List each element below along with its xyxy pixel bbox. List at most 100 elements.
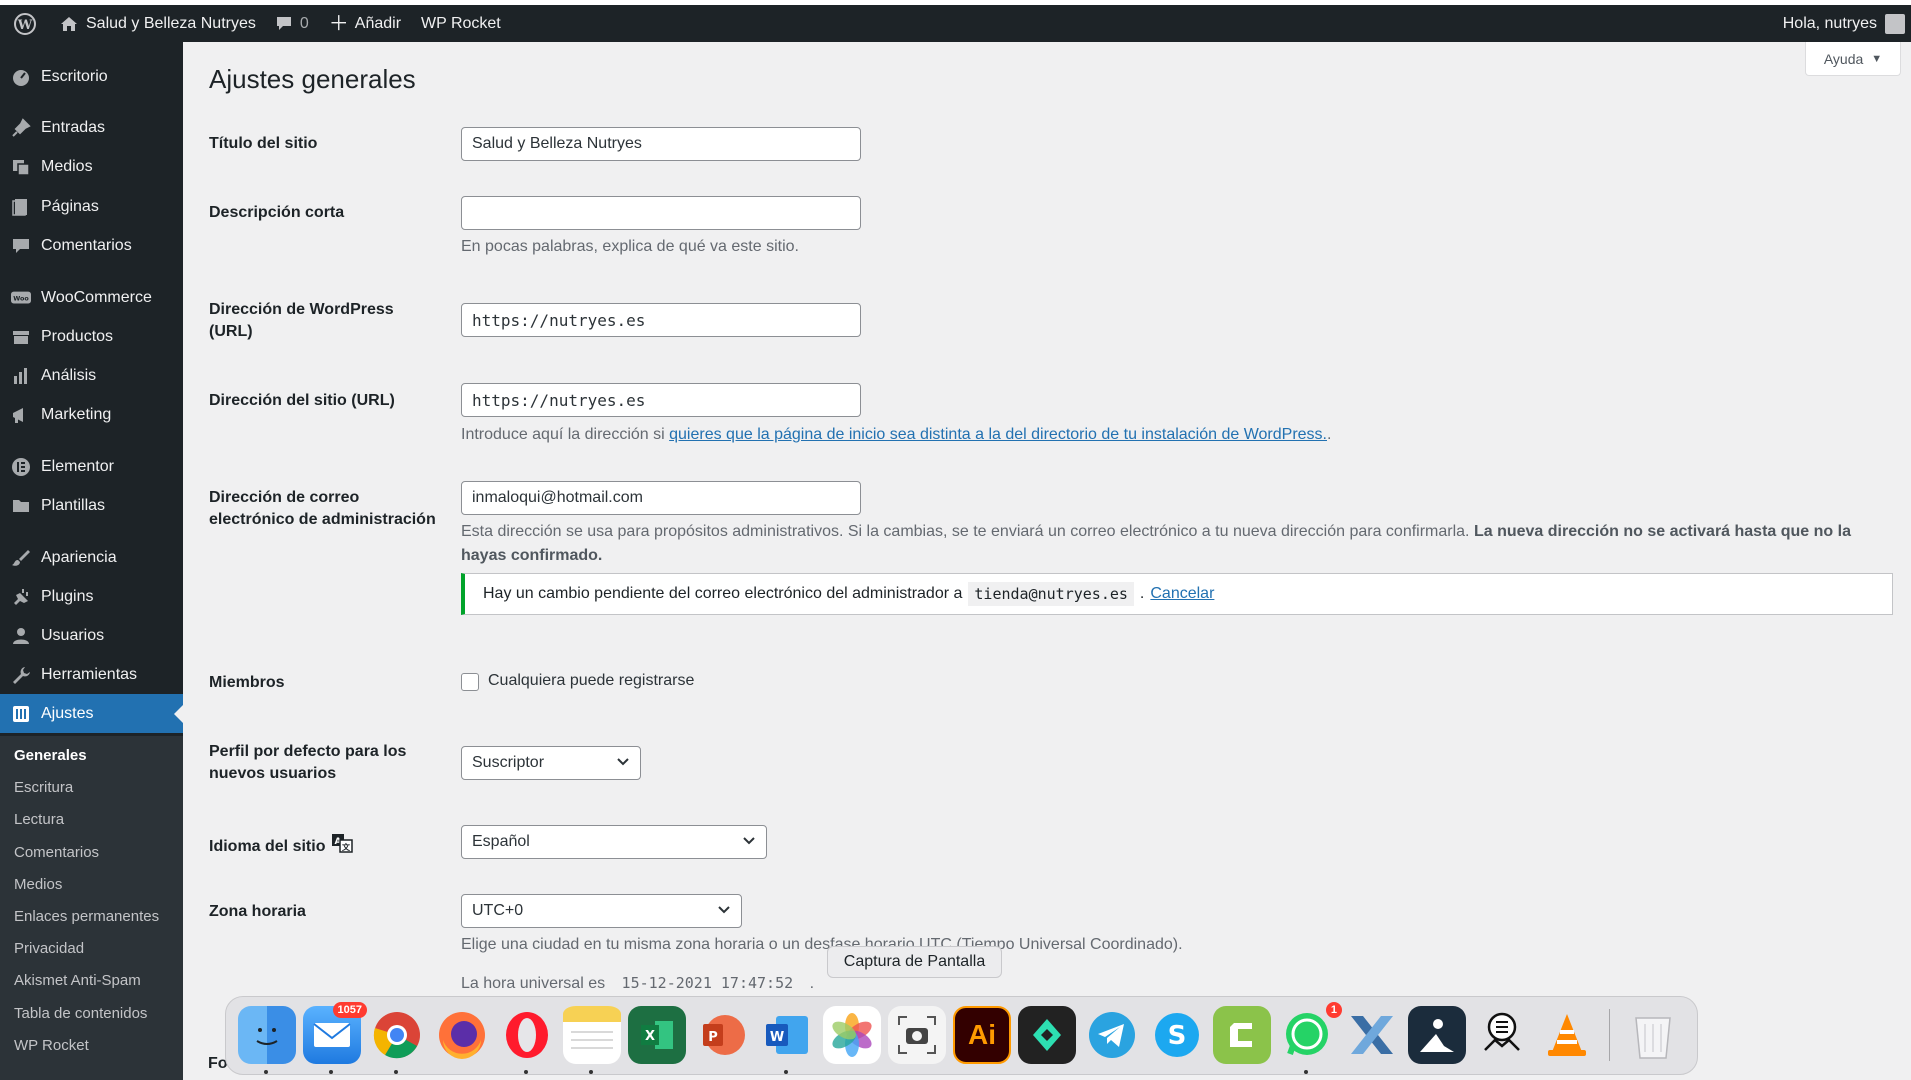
vlc-icon[interactable] (1538, 1006, 1596, 1064)
pages-icon (11, 197, 31, 217)
chevron-down-icon (616, 754, 630, 772)
sidebar-item-ajustes[interactable]: Ajustes (0, 694, 183, 733)
anyone-can-register-checkbox[interactable] (461, 673, 479, 691)
wordpress-logo-icon[interactable]: W (0, 5, 50, 42)
illustrator-icon[interactable]: Ai (953, 1006, 1011, 1064)
default-role-label-line2: nuevos usuarios (209, 765, 337, 782)
notes-icon[interactable] (563, 1006, 621, 1074)
photos-icon[interactable] (823, 1006, 881, 1064)
submenu-enlaces-permanentes[interactable]: Enlaces permanentes (14, 908, 159, 925)
svg-text:Woo: Woo (13, 295, 29, 302)
timezone-description: Elige una ciudad en tu misma zona horari… (461, 936, 1183, 953)
new-content-link[interactable]: ＋ Añadir (319, 5, 411, 42)
chrome-icon[interactable] (368, 1006, 426, 1074)
sidebar-item-herramientas[interactable]: Herramientas (0, 655, 183, 694)
sidebar-item-escritorio[interactable]: Escritorio (0, 57, 183, 96)
sidebar-item-label: Escritorio (41, 67, 108, 85)
notice-text: Hay un cambio pendiente del correo elect… (483, 585, 963, 602)
sidebar-item-entradas[interactable]: Entradas (0, 108, 183, 147)
user-icon (11, 626, 31, 646)
account-menu[interactable]: Hola, nutryes (1773, 5, 1911, 42)
word-icon[interactable]: W (758, 1006, 816, 1074)
filmora-icon[interactable] (1018, 1006, 1076, 1064)
sidebar-item-plantillas[interactable]: Plantillas (0, 486, 183, 525)
site-title-input[interactable]: Salud y Belleza Nutryes (461, 127, 861, 161)
submenu-wp-rocket[interactable]: WP Rocket (14, 1037, 89, 1054)
default-role-select[interactable]: Suscriptor (461, 746, 641, 780)
site-name-link[interactable]: Salud y Belleza Nutryes (50, 5, 266, 42)
utc-time: La hora universal es 15-12-2021 17:47:52… (461, 971, 814, 996)
submenu-tabla-contenidos[interactable]: Tabla de contenidos (14, 1005, 147, 1022)
site-url-label: Dirección del sitio (URL) (209, 392, 395, 409)
site-language-label: Idioma del sitio A文 (209, 833, 354, 860)
sidebar-item-plugins[interactable]: Plugins (0, 577, 183, 616)
comment-icon (11, 236, 31, 256)
site-language-select[interactable]: Español (461, 825, 767, 859)
dock-tooltip: Captura de Pantalla (827, 946, 1002, 978)
finder-icon[interactable] (238, 1006, 296, 1074)
translation-icon: A文 (331, 833, 354, 860)
submenu-akismet[interactable]: Akismet Anti-Spam (14, 972, 141, 989)
email-desc-bold-2: hayas confirmado. (461, 547, 603, 564)
mail-icon[interactable]: 1057 (303, 1002, 367, 1074)
kindle-icon[interactable] (1408, 1006, 1466, 1064)
excel-icon[interactable]: X (628, 1006, 686, 1064)
comments-link[interactable]: 0 (266, 5, 319, 42)
help-button[interactable]: Ayuda ▼ (1805, 42, 1901, 76)
sidebar-item-paginas[interactable]: Páginas (0, 187, 183, 226)
submenu-medios[interactable]: Medios (14, 876, 62, 893)
admin-email-input[interactable]: inmaloqui@hotmail.com (461, 481, 861, 515)
sidebar-item-label: Productos (41, 327, 114, 345)
wp-url-label-line2: (URL) (209, 323, 253, 340)
site-url-input[interactable]: https://nutryes.es (461, 383, 861, 417)
running-indicator (394, 1070, 398, 1074)
wp-url-label-line1: Dirección de WordPress (209, 301, 394, 318)
submenu-generales[interactable]: Generales (14, 747, 87, 764)
anyone-can-register-label[interactable]: Cualquiera puede registrarse (488, 672, 694, 690)
submenu-privacidad[interactable]: Privacidad (14, 940, 84, 957)
xcode-x-icon[interactable] (1343, 1006, 1401, 1064)
site-url-help-link[interactable]: quieres que la página de inicio sea dist… (669, 426, 1327, 443)
cancel-email-change-link[interactable]: Cancelar (1150, 585, 1214, 603)
telegram-icon[interactable] (1083, 1006, 1141, 1064)
firefox-icon[interactable] (433, 1006, 491, 1064)
plus-icon: ＋ (328, 12, 349, 35)
sidebar-item-medios[interactable]: Medios (0, 147, 183, 186)
tagline-input[interactable] (461, 196, 861, 230)
sidebar-item-marketing[interactable]: Marketing (0, 395, 183, 434)
admin-email-label-line2: electrónico de administración (209, 511, 436, 528)
pending-email-code: tienda@nutryes.es (968, 582, 1134, 606)
tts-reader-icon[interactable] (1473, 1006, 1531, 1064)
svg-text:P: P (708, 1030, 718, 1045)
admin-sidebar: Escritorio Entradas Medios Páginas Comen… (0, 42, 183, 1080)
opera-icon[interactable] (498, 1006, 556, 1074)
folder-icon (11, 496, 31, 516)
wp-url-input[interactable]: https://nutryes.es (461, 303, 861, 337)
sidebar-item-analisis[interactable]: Análisis (0, 356, 183, 395)
wp-url-label: Dirección de WordPress (URL) (209, 299, 394, 343)
chart-icon (11, 366, 31, 386)
greeting: Hola, nutryes (1782, 14, 1877, 32)
whatsapp-icon[interactable]: 1 (1278, 1002, 1342, 1074)
sidebar-item-apariencia[interactable]: Apariencia (0, 538, 183, 577)
submenu-lectura[interactable]: Lectura (14, 811, 64, 828)
sidebar-item-woocommerce[interactable]: Woo WooCommerce (0, 278, 183, 317)
timezone-value: UTC+0 (472, 902, 524, 919)
svg-text:X: X (645, 1029, 655, 1044)
screenshot-icon[interactable] (888, 1006, 946, 1064)
sidebar-item-comentarios[interactable]: Comentarios (0, 226, 183, 265)
trash-icon[interactable] (1624, 1006, 1682, 1064)
timezone-select[interactable]: UTC+0 (461, 894, 742, 928)
sidebar-item-usuarios[interactable]: Usuarios (0, 616, 183, 655)
sidebar-item-productos[interactable]: Productos (0, 317, 183, 356)
sidebar-item-elementor[interactable]: Elementor (0, 447, 183, 486)
elementor-icon (11, 457, 31, 477)
site-title-label: Título del sitio (209, 135, 318, 152)
skype-icon[interactable]: S (1148, 1006, 1206, 1064)
powerpoint-icon[interactable]: P (693, 1006, 751, 1064)
submenu-comentarios[interactable]: Comentarios (14, 844, 99, 861)
camtasia-icon[interactable] (1213, 1006, 1271, 1064)
submenu-escritura[interactable]: Escritura (14, 779, 73, 796)
wp-rocket-link[interactable]: WP Rocket (411, 5, 511, 42)
site-language-value: Español (472, 833, 530, 850)
